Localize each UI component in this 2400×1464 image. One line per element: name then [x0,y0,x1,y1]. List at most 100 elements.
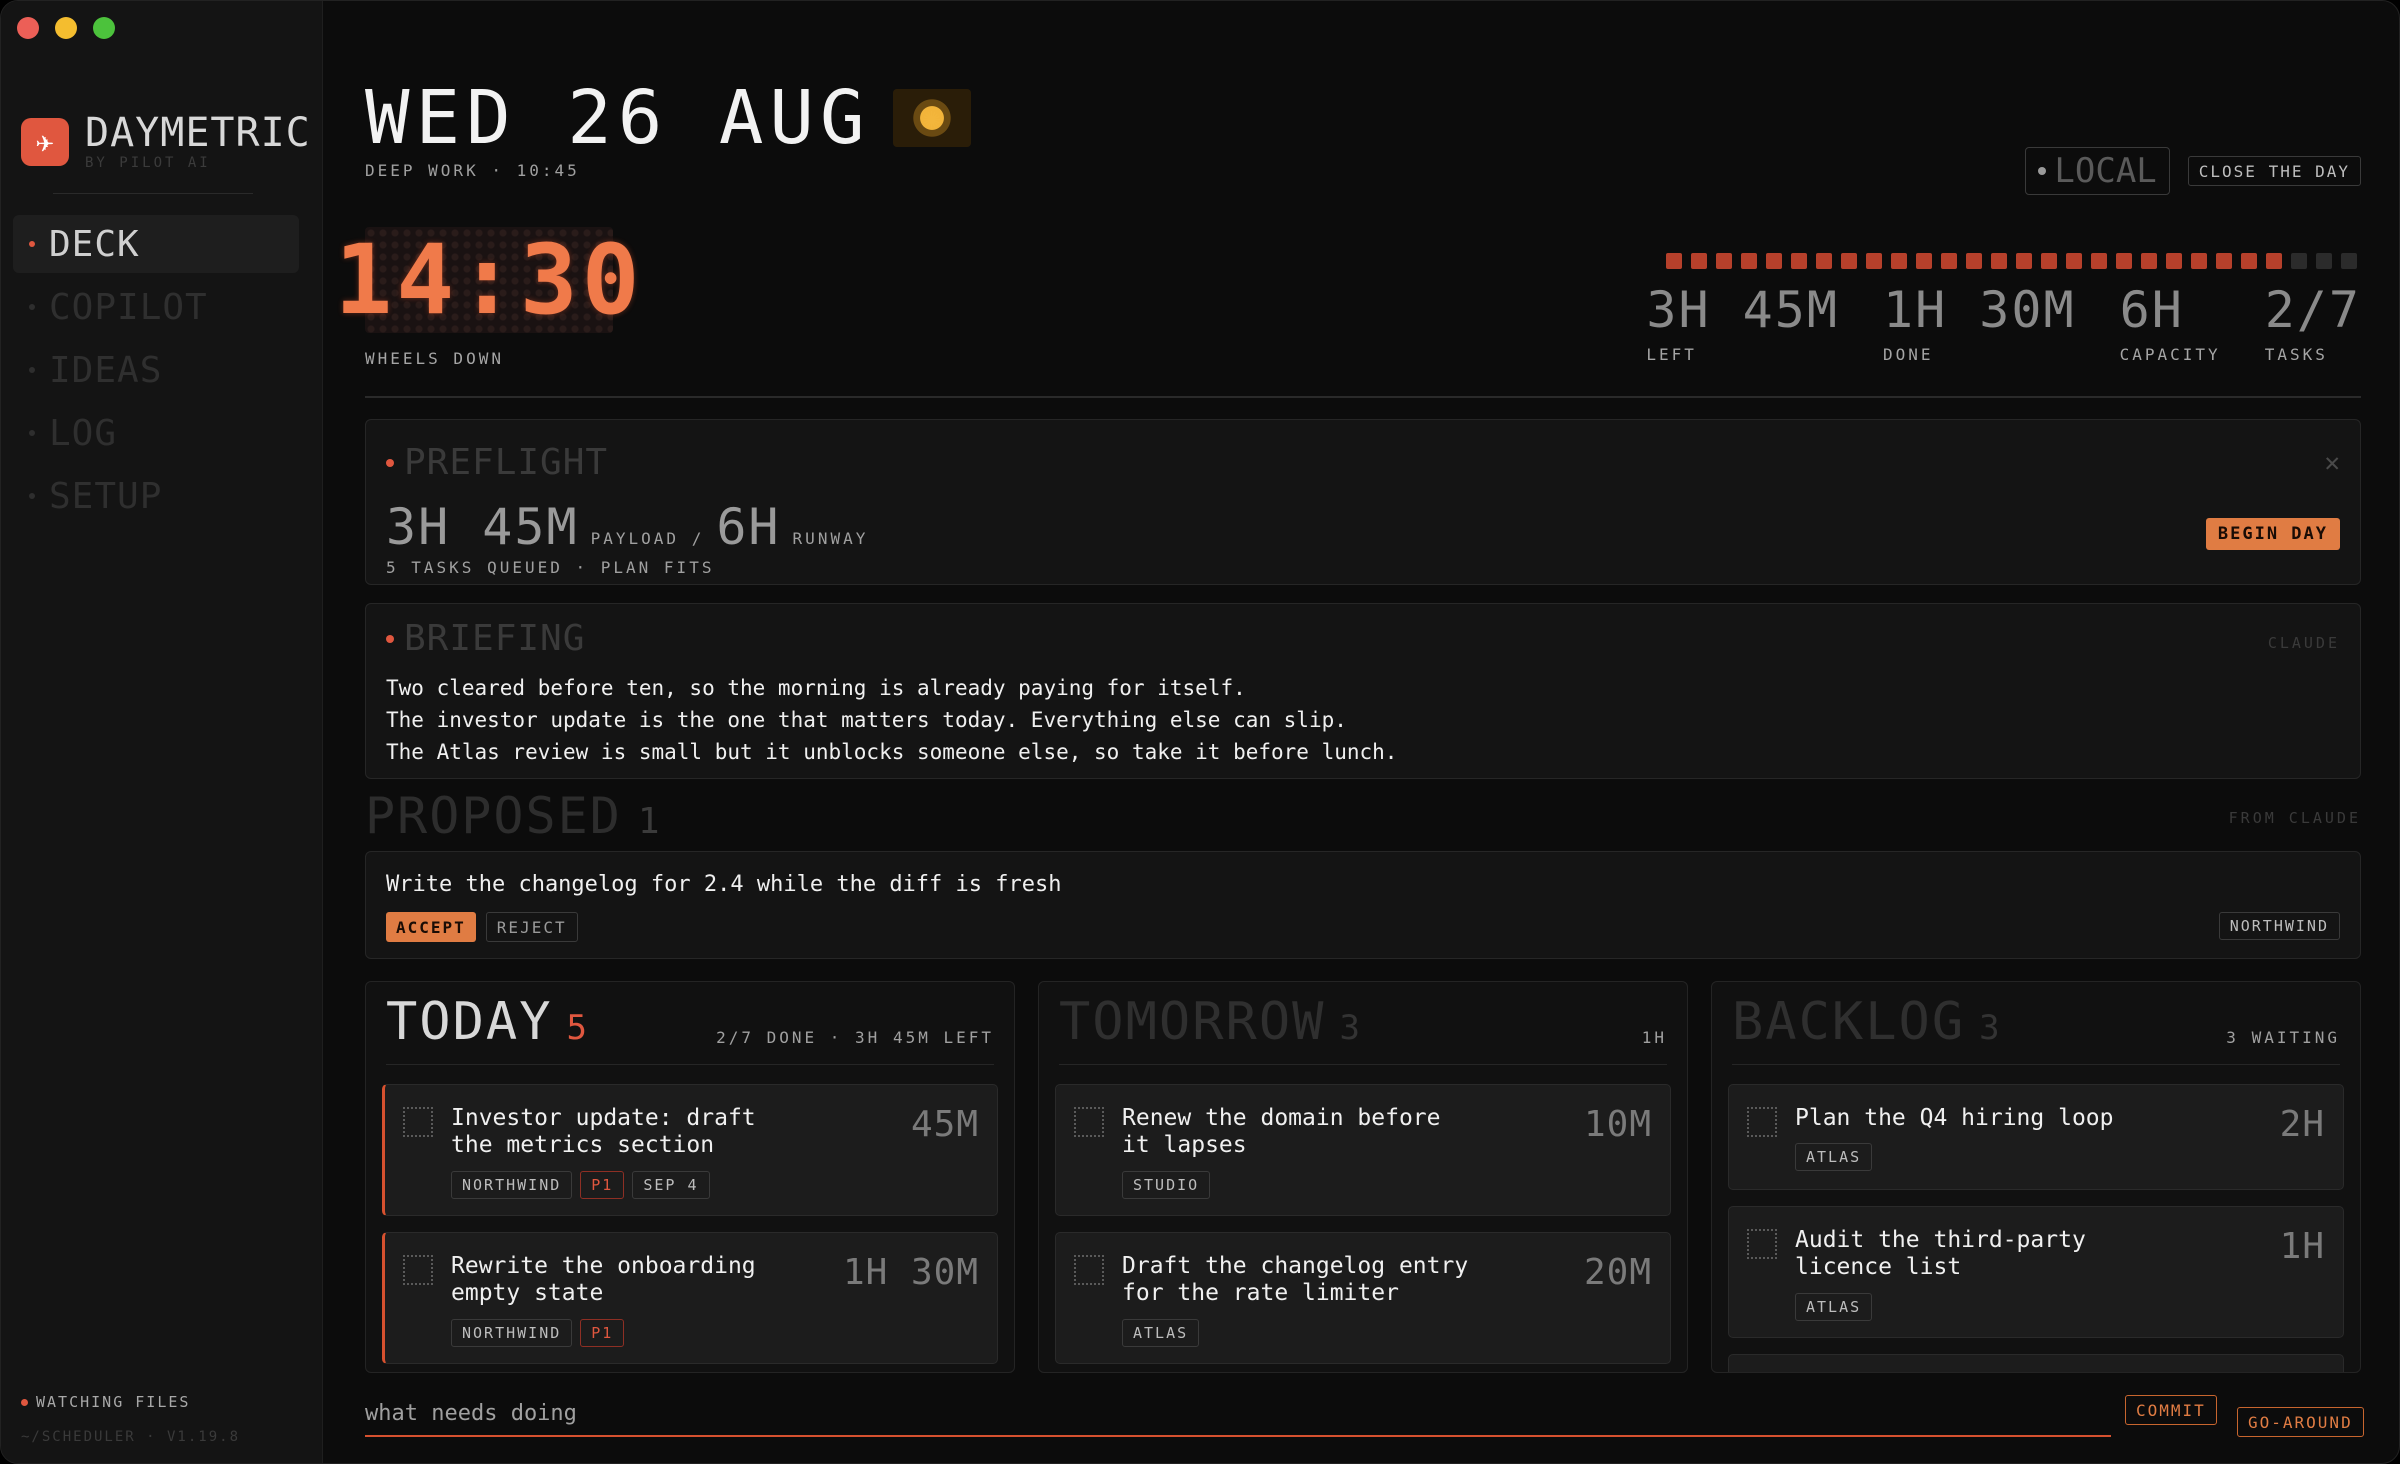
watch-status: WATCHING FILES [21,1393,240,1411]
task-duration: 20M [1583,1252,1652,1293]
column-count: 3 [1339,1008,1360,1048]
column-divider [1059,1064,1667,1065]
progress-tick [2191,253,2207,269]
project-tag[interactable]: STUDIO [1122,1171,1211,1199]
sidebar-item-log[interactable]: LOG [13,404,299,462]
priority-tag[interactable]: P1 [580,1171,625,1199]
task-duration: 1H [2279,1226,2325,1267]
capacity-progress-bar [1666,253,2357,269]
column-header: TODAY 5 [386,996,587,1048]
task-card[interactable]: Draft the changelog entry for the rate l… [1055,1232,1671,1364]
today-column: TODAY 5 2/7 DONE · 3H 45M LEFT Investor … [365,981,1015,1373]
task-card[interactable]: Renew the domain before it lapses 10M ST… [1055,1084,1671,1216]
project-tag[interactable]: ATLAS [1795,1143,1873,1171]
date-header: WED 26 AUG ✺ [365,81,971,155]
stat-value: 2/7 [2264,281,2361,339]
column-count: 5 [566,1008,588,1048]
main-deck: WED 26 AUG ✺ DEEP WORK · 10:45 LOCAL CLO… [323,1,2399,1463]
begin-day-button[interactable]: BEGIN DAY [2205,518,2340,550]
task-card[interactable]: Plan the Q4 hiring loop 2H ATLAS [1728,1084,2344,1190]
close-window-button[interactable] [17,17,39,39]
stat-value: 3H 45M [1646,281,1839,339]
progress-tick [1941,253,1957,269]
task-card-partial[interactable] [1728,1354,2344,1372]
status-dot-icon [2038,167,2047,175]
focus-mode-label: DEEP WORK · 10:45 [365,161,580,180]
task-checkbox[interactable] [1074,1107,1104,1137]
progress-tick [1741,253,1757,269]
progress-tick [2266,253,2282,269]
task-checkbox[interactable] [403,1107,433,1137]
task-title: Plan the Q4 hiring loop [1795,1105,2114,1131]
task-input[interactable] [365,1391,2111,1435]
task-card[interactable]: Investor update: draft the metrics secti… [382,1084,998,1216]
date-display: WED 26 AUG [365,75,871,161]
progress-tick [2016,253,2032,269]
reject-button[interactable]: REJECT [485,912,578,942]
priority-tag[interactable]: P1 [580,1319,625,1347]
column-divider [386,1064,994,1065]
progress-tick [1966,253,1982,269]
zoom-window-button[interactable] [93,17,115,39]
progress-tick [2216,253,2232,269]
task-checkbox[interactable] [1747,1107,1777,1137]
column-divider [1732,1064,2340,1065]
app-window: ✈ DAYMETRIC BY PILOT AI DECK COPILOT IDE… [0,0,2400,1464]
sidebar-item-deck[interactable]: DECK [13,215,299,273]
dot-icon [29,304,35,310]
briefing-line: The investor update is the one that matt… [386,708,1347,732]
progress-tick [2291,253,2307,269]
stat-label: CAPACITY [2119,345,2221,364]
column-count: 3 [1979,1008,2000,1048]
task-card[interactable]: Rewrite the onboarding empty state 1H 30… [382,1232,998,1364]
status-dot-icon [386,458,394,467]
progress-tick [1791,253,1807,269]
task-checkbox[interactable] [1747,1229,1777,1259]
close-day-button[interactable]: CLOSE THE DAY [2187,156,2361,186]
payload-value: 3H 45M [386,498,579,556]
stat-tasks: 2/7 TASKS [2265,285,2361,364]
progress-tick [2041,253,2057,269]
due-date-tag[interactable]: SEP 4 [632,1171,710,1199]
task-checkbox[interactable] [403,1255,433,1285]
sidebar-nav: DECK COPILOT IDEAS LOG SETUP [13,215,299,530]
dot-icon [29,493,35,499]
briefing-line: The Atlas review is small but it unblock… [386,740,1398,764]
project-tag[interactable]: NORTHWIND [2218,912,2340,940]
window-controls [17,17,115,39]
progress-tick [1991,253,2007,269]
project-tag[interactable]: NORTHWIND [451,1319,573,1347]
progress-tick [2241,253,2257,269]
sun-icon: ✺ [892,89,971,147]
progress-tick [1766,253,1782,269]
stat-label: DONE [1883,345,1934,364]
briefing-source: CLAUDE [2267,634,2340,652]
project-tag[interactable]: ATLAS [1122,1319,1200,1347]
proposal-text: Write the changelog for 2.4 while the di… [386,872,1062,897]
task-tags: NORTHWIND P1 SEP 4 [451,1171,710,1199]
go-around-button[interactable]: GO-AROUND [2237,1407,2364,1437]
accept-button[interactable]: ACCEPT [386,912,476,942]
task-title: Draft the changelog entry for the rate l… [1122,1253,1469,1306]
day-stats: 3H 45M LEFT 1H 30M DONE 6H CAPACITY 2/7 … [1646,285,2361,364]
sidebar-item-setup[interactable]: SETUP [13,467,299,525]
sidebar-item-label: DECK [49,223,140,265]
local-mode-toggle[interactable]: LOCAL [2025,147,2170,195]
minimize-window-button[interactable] [55,17,77,39]
progress-tick [1866,253,1882,269]
project-tag[interactable]: NORTHWIND [451,1171,573,1199]
proposal-actions: ACCEPT REJECT [386,912,578,942]
sidebar-item-ideas[interactable]: IDEAS [13,341,299,399]
task-card[interactable]: Audit the third-party licence list 1H AT… [1728,1206,2344,1338]
version-label: ~/SCHEDULER · V1.19.8 [21,1429,241,1445]
close-icon[interactable]: ✕ [2324,448,2340,478]
project-tag[interactable]: ATLAS [1795,1293,1873,1321]
brand-divider [53,193,253,194]
status-dot-icon [21,1398,28,1406]
proposed-count: 1 [637,801,660,842]
preflight-title: PREFLIGHT [386,442,608,483]
brand-subtitle: BY PILOT AI [85,155,211,171]
commit-button[interactable]: COMMIT [2125,1395,2217,1425]
sidebar-item-copilot[interactable]: COPILOT [13,278,299,336]
task-checkbox[interactable] [1074,1255,1104,1285]
